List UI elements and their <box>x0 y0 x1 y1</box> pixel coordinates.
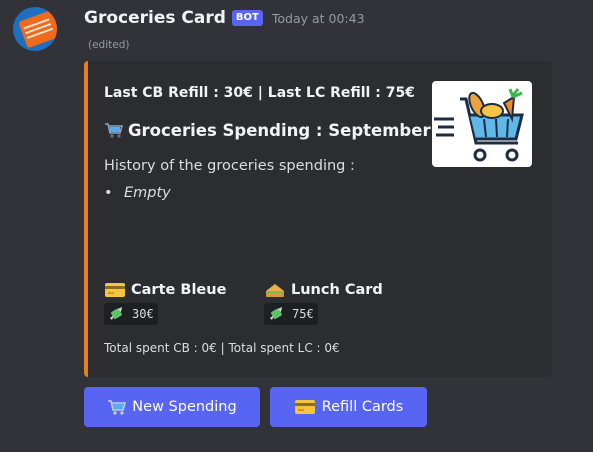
card-logo-icon <box>18 9 57 49</box>
money-with-wings-icon <box>110 307 122 320</box>
embed-title: Groceries Spending : September <box>104 121 431 140</box>
field-carte-bleue: Carte Bleue 30€ <box>104 281 226 326</box>
embed-refill-line: Last CB Refill : 30€ | Last LC Refill : … <box>104 85 415 101</box>
message-header: Groceries Card BOT Today at 00:43 <box>84 6 365 30</box>
embed-description: History of the groceries spending : <box>104 158 355 174</box>
embed-title-text: Groceries Spending : September <box>128 121 431 140</box>
shopping-cart-icon <box>108 400 127 415</box>
message-timestamp[interactable]: Today at 00:43 <box>272 11 365 26</box>
button-label: New Spending <box>132 399 237 415</box>
embed-card: Last CB Refill : 30€ | Last LC Refill : … <box>84 61 552 377</box>
bot-badge: BOT <box>231 10 263 26</box>
refill-cards-button[interactable]: Refill Cards <box>270 387 427 427</box>
credit-card-icon <box>294 400 315 414</box>
edited-label: (edited) <box>88 39 130 51</box>
field-lunch-card: Lunch Card 75€ <box>264 281 383 326</box>
embed-footer: Total spent CB : 0€ | Total spent LC : 0… <box>104 341 340 355</box>
author-name[interactable]: Groceries Card <box>84 8 226 28</box>
field-name: Carte Bleue <box>131 282 227 298</box>
money-with-wings-icon <box>270 307 282 320</box>
credit-card-icon <box>105 283 125 297</box>
bot-avatar[interactable] <box>13 7 57 51</box>
field-name: Lunch Card <box>291 282 383 298</box>
new-spending-button[interactable]: New Spending <box>84 387 260 427</box>
field-value-box: 30€ <box>104 303 158 325</box>
field-value-box: 75€ <box>264 303 318 325</box>
field-value: 75€ <box>292 307 314 321</box>
history-list-item: • Empty <box>104 185 171 201</box>
button-label: Refill Cards <box>321 399 404 415</box>
sandwich-icon <box>266 284 284 297</box>
history-item-text: Empty <box>124 185 171 201</box>
embed-accent-bar <box>84 61 88 377</box>
field-value: 30€ <box>132 307 154 321</box>
grocery-cart-icon[interactable] <box>432 81 532 167</box>
shopping-cart-icon <box>105 123 123 138</box>
